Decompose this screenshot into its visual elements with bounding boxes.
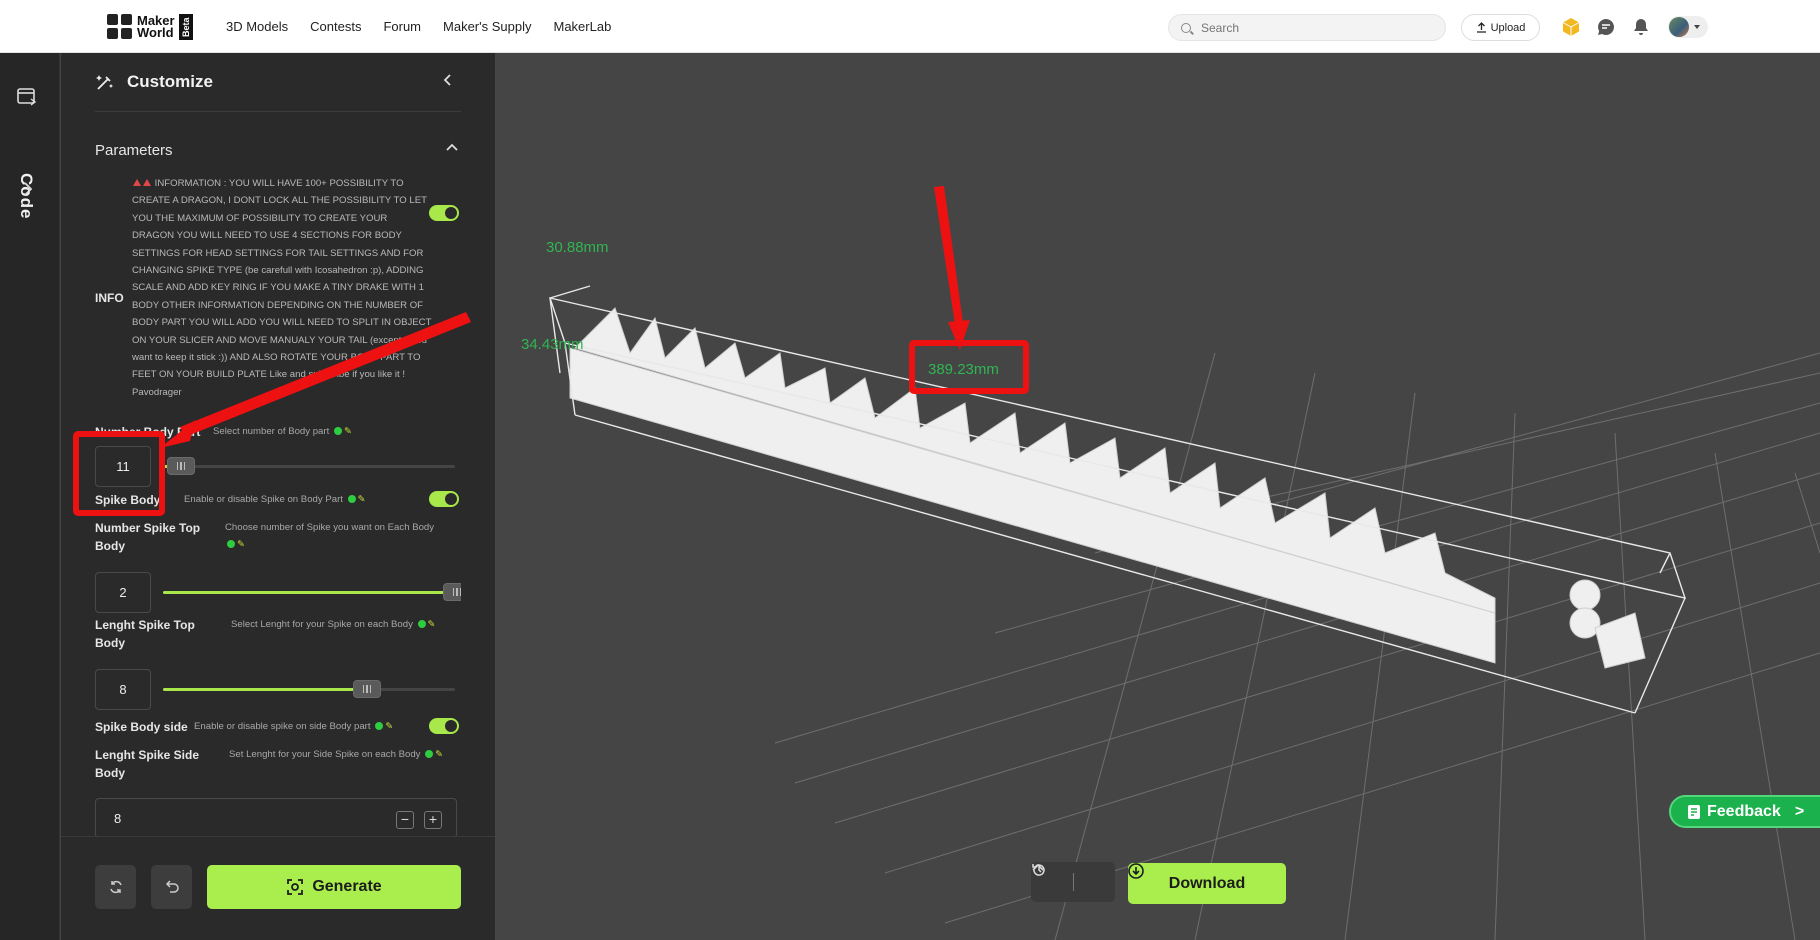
annotation-arrow-head (948, 320, 970, 350)
annotation-arrow (180, 312, 471, 437)
annotation-arrow-head (160, 420, 195, 448)
annotation-arrow (934, 186, 964, 331)
annotation-arrows (160, 186, 970, 448)
